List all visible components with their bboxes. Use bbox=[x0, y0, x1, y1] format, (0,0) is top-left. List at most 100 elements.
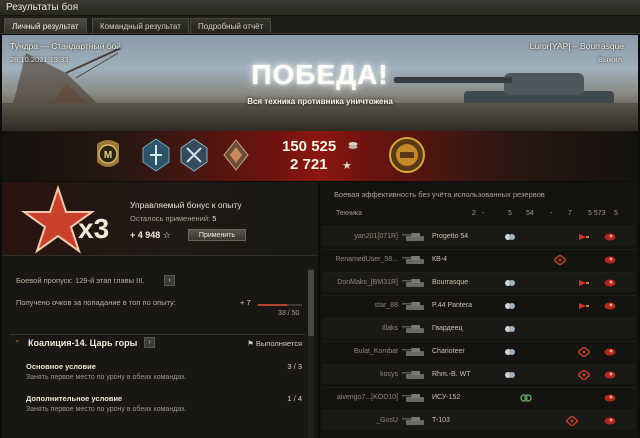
damage-dealt-icon bbox=[604, 394, 616, 402]
row-tank-name: Charioteer bbox=[432, 348, 465, 355]
damage-dealt-icon bbox=[604, 256, 616, 264]
efficiency-row[interactable]: DonMaks_[BM31R] Bourrasque bbox=[322, 272, 636, 292]
xp-bonus-title: Управляемый бонус к опыту bbox=[130, 200, 242, 210]
critical-hit-icon bbox=[579, 234, 589, 240]
row-tank-name: Rhm.-B. WT bbox=[432, 371, 471, 378]
achievement-icon-2[interactable] bbox=[180, 138, 208, 172]
efficiency-row[interactable]: RenamedUser_58... КВ-4 bbox=[322, 249, 636, 269]
result-subtitle: Вся техника противника уничтожена bbox=[247, 97, 393, 106]
xp-multiplier-star-icon: x3 bbox=[20, 184, 109, 254]
tank-silhouette-icon bbox=[402, 233, 424, 241]
xp-bonus-block: x3 Управляемый бонус к опыту Осталось пр… bbox=[2, 182, 318, 256]
row-player-name: kosys bbox=[380, 371, 398, 378]
destroyed-module-icon bbox=[578, 347, 590, 357]
top-gun-medal-icon[interactable] bbox=[388, 136, 426, 174]
header-tech: Техника bbox=[336, 210, 363, 217]
mission-status-label: Выполняется bbox=[255, 339, 302, 348]
row-player-name: DonMaks_[BM31R] bbox=[337, 279, 398, 286]
condition-title: Дополнительное условие bbox=[26, 394, 123, 403]
tab-team-result[interactable]: Командный результат bbox=[92, 18, 189, 33]
battle-pass-progress-fill bbox=[258, 304, 288, 306]
battle-pass-progress-bar bbox=[258, 304, 302, 306]
efficiency-row[interactable]: _GosU T-103 bbox=[322, 410, 636, 430]
spotted-icon bbox=[505, 349, 515, 355]
xp-bonus-remaining: Осталось применений: 5 bbox=[130, 214, 216, 223]
row-player-name: star_88 bbox=[374, 302, 398, 309]
tank-silhouette-icon bbox=[402, 256, 424, 264]
row-player-name: _GosU bbox=[376, 417, 398, 424]
battle-result: ПОБЕДА! bbox=[251, 59, 389, 90]
destroyed-module-icon bbox=[578, 370, 590, 380]
header-col4: 54 bbox=[526, 210, 534, 217]
window-title: Результаты боя bbox=[6, 2, 79, 13]
battle-pass-points-label: Получено очков за попадание в топ по опы… bbox=[16, 298, 176, 307]
mission-details-button[interactable]: › bbox=[144, 337, 155, 348]
player-and-tank: Luror[YAP] – Bourrasque bbox=[529, 41, 624, 51]
spotted-icon bbox=[505, 372, 515, 378]
spotted-icon bbox=[505, 280, 515, 286]
tank-silhouette-icon bbox=[402, 394, 424, 402]
row-tank-name: ИСУ-152 bbox=[432, 394, 461, 401]
mastery-badge-icon[interactable]: M bbox=[94, 138, 122, 172]
track-damage-icon bbox=[520, 394, 532, 402]
tank-silhouette-icon bbox=[402, 325, 424, 333]
condition-count: 3 / 3 bbox=[287, 362, 302, 371]
personal-progress-panel: x3 Управляемый бонус к опыту Осталось пр… bbox=[2, 182, 318, 438]
tab-bar: Личный результат Командный результат Под… bbox=[0, 16, 640, 34]
row-tank-name: Progetto 54 bbox=[432, 233, 469, 240]
mission-status: ⚑ Выполняется bbox=[247, 339, 302, 348]
achievement-icon-3[interactable] bbox=[222, 138, 250, 172]
condition-desc: Занять первое место по урону в обеих ком… bbox=[26, 374, 187, 381]
row-player-name: RenamedUser_58... bbox=[335, 256, 398, 263]
tank-silhouette-icon bbox=[402, 371, 424, 379]
window-titlebar: Результаты боя bbox=[0, 0, 640, 16]
condition-count: 1 / 4 bbox=[287, 394, 302, 403]
battle-pass-points-count: 33 / 50 bbox=[278, 310, 300, 317]
efficiency-row[interactable]: Bulat_Kombat Charioteer bbox=[322, 341, 636, 361]
efficiency-row[interactable]: kosys Rhm.-B. WT bbox=[322, 364, 636, 384]
spotted-icon bbox=[505, 303, 515, 309]
damage-dealt-icon bbox=[604, 371, 616, 379]
efficiency-row[interactable]: star_88 P.44 Pantera bbox=[322, 295, 636, 315]
damage-dealt-icon bbox=[604, 417, 616, 425]
condition-desc: Занять первое место по урону в обеих ком… bbox=[26, 406, 187, 413]
mission-condition-main: Основное условие Занять первое место по … bbox=[26, 362, 306, 381]
tank-silhouette-icon bbox=[402, 348, 424, 356]
header-col6: 7 bbox=[568, 210, 572, 217]
mission-header[interactable]: ⌃ Коалиция-14. Царь горы ⚑ Выполняется bbox=[10, 334, 306, 350]
credits-icon bbox=[348, 142, 358, 149]
efficiency-row[interactable]: aivengo7...[KOD10] ИСУ-152 bbox=[322, 387, 636, 407]
row-tank-name: T-103 bbox=[432, 417, 450, 424]
efficiency-row[interactable]: Illaks Гвардеец bbox=[322, 318, 636, 338]
xp-earned: 2 721 bbox=[290, 156, 328, 173]
achievement-icon-1[interactable] bbox=[142, 138, 170, 172]
xp-bonus-value: + 4 948 ☆ bbox=[130, 230, 171, 241]
rewards-band: M 150 525 2 721 ★ bbox=[2, 131, 638, 181]
tab-personal-result[interactable]: Личный результат bbox=[4, 18, 87, 33]
header-col5: - bbox=[550, 210, 553, 217]
header-col7: 5 573 bbox=[588, 210, 606, 217]
destroyed-module-icon bbox=[554, 255, 566, 265]
xp-multiplier-label: x3 bbox=[78, 213, 109, 244]
xp-star-icon: ★ bbox=[342, 160, 352, 172]
mission-title: Коалиция-14. Царь горы bbox=[28, 338, 138, 348]
battle-pass-points-gained: + 7 bbox=[240, 298, 251, 307]
left-scrollbar[interactable] bbox=[308, 268, 314, 438]
critical-hit-icon bbox=[579, 280, 589, 286]
mission-condition-extra: Дополнительное условие Занять первое мес… bbox=[26, 394, 306, 413]
remaining-value: 5 bbox=[212, 214, 217, 223]
battle-pass-open-button[interactable]: › bbox=[164, 275, 175, 286]
row-player-name: Bulat_Kombat bbox=[354, 348, 398, 355]
collapse-chevron-icon[interactable]: ⌃ bbox=[14, 339, 21, 348]
tank-silhouette-icon bbox=[402, 302, 424, 310]
left-scrollbar-thumb[interactable] bbox=[308, 270, 314, 336]
apply-bonus-button[interactable]: Применить bbox=[188, 229, 246, 241]
battle-banner: Тундра — Стандартный бой 28.10.2021 19:3… bbox=[2, 35, 638, 131]
tank-silhouette-icon bbox=[402, 417, 424, 425]
efficiency-row[interactable]: yan201[071R] Progetto 54 bbox=[322, 226, 636, 246]
remaining-label: Осталось применений: bbox=[130, 214, 211, 223]
efficiency-title: Боевая эффективность без учёта использов… bbox=[334, 190, 545, 199]
row-player-name: yan201[071R] bbox=[354, 233, 398, 240]
tab-detailed-report[interactable]: Подробный отчёт bbox=[190, 18, 272, 33]
battle-pass-stage: Боевой пропуск: 129-й этап главы III. bbox=[16, 276, 145, 285]
